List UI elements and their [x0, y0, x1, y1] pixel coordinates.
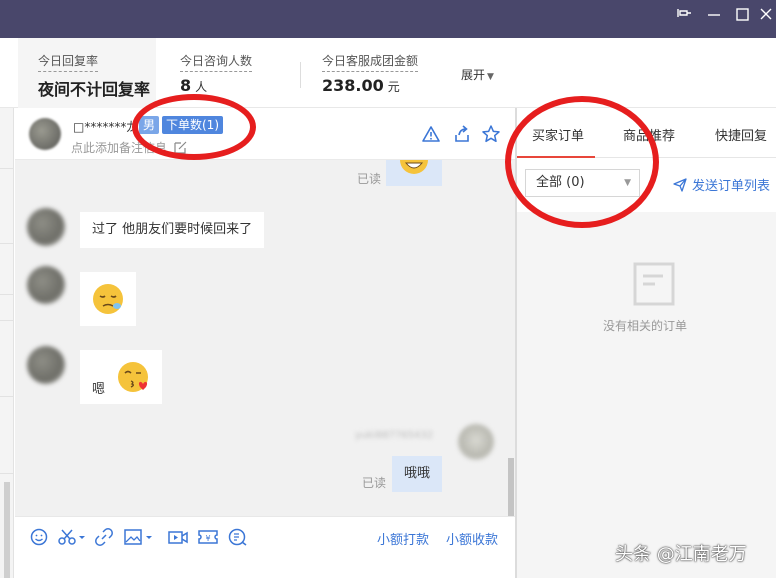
expand-button[interactable]: 展开 ▼ — [461, 66, 494, 83]
inquiries-value: 8 — [180, 76, 192, 95]
empty-document-icon — [633, 262, 675, 306]
emoji-icon[interactable] — [29, 527, 49, 547]
close-icon[interactable] — [757, 6, 776, 24]
message-bubble: 嗯 — [80, 350, 162, 404]
read-status: 已读 — [357, 172, 382, 186]
self-emoji-bubble — [386, 160, 442, 186]
amount-label: 今日客服成团金额 — [322, 52, 419, 72]
pin-icon[interactable] — [675, 6, 695, 24]
send-icon — [673, 178, 687, 192]
warning-icon[interactable] — [421, 124, 441, 144]
stat-amount: 今日客服成团金额 238.00 元 — [322, 38, 452, 108]
inquiries-unit: 人 — [195, 80, 208, 94]
message-text: 嗯 — [92, 382, 106, 397]
list-divider — [0, 294, 14, 295]
image-icon[interactable] — [123, 527, 155, 547]
avatar[interactable] — [27, 208, 65, 246]
read-status: 已读 — [362, 476, 387, 490]
avatar[interactable] — [27, 266, 65, 304]
watermark: 头条 @江南老万 — [615, 544, 747, 565]
sender-name: yuki887765432 — [355, 430, 434, 441]
video-icon[interactable] — [167, 527, 189, 547]
window-titlebar — [0, 0, 776, 38]
svg-text:¥: ¥ — [205, 534, 210, 543]
customer-name: □*******龙 — [73, 120, 139, 134]
list-divider — [0, 320, 14, 321]
maximize-icon[interactable] — [733, 6, 753, 24]
list-divider — [0, 473, 14, 474]
amount-value: 238.00 — [322, 76, 384, 95]
session-list-strip — [0, 108, 14, 578]
order-search-icon[interactable] — [227, 527, 249, 547]
chat-scrollbar[interactable] — [508, 458, 514, 516]
chat-header: □*******龙 男 下单数(1) 点此添加备注信息 — [15, 108, 515, 160]
link-icon[interactable] — [94, 527, 114, 547]
share-icon[interactable] — [452, 124, 472, 144]
send-order-list-label: 发送订单列表 — [692, 179, 771, 194]
avatar[interactable] — [27, 346, 65, 384]
tab-quick-reply[interactable]: 快捷回复 — [715, 125, 767, 144]
emoji-bubble — [80, 272, 136, 326]
annotation-circle — [505, 96, 659, 228]
small-collection-button[interactable]: 小额收款 — [446, 529, 498, 548]
small-payment-button[interactable]: 小额打款 — [377, 529, 429, 548]
expand-label: 展开 — [461, 68, 486, 82]
self-message-bubble: 哦哦 — [392, 456, 443, 492]
chat-toolbar: ¥ 小额打款 小额收款 — [15, 516, 515, 578]
session-list-scrollbar[interactable] — [4, 482, 10, 578]
list-divider — [0, 168, 14, 169]
chat-message-area[interactable]: 已读 过了 他朋友们要时候回来了 嗯 yuki887765432 已读 哦哦 — [15, 160, 515, 516]
list-divider — [0, 396, 14, 397]
stats-divider — [300, 62, 301, 88]
amount-unit: 元 — [387, 80, 400, 94]
send-order-list-button[interactable]: 发送订单列表 — [673, 175, 770, 194]
minimize-icon[interactable] — [705, 6, 725, 24]
amount-value-wrap: 238.00 元 — [322, 76, 400, 95]
reply-rate-label: 今日回复率 — [38, 52, 99, 72]
reply-rate-value: 夜间不计回复率 — [38, 80, 151, 99]
scissors-icon[interactable] — [57, 527, 87, 547]
star-icon[interactable] — [481, 124, 501, 144]
kiss-emoji-icon — [118, 362, 148, 392]
coupon-icon[interactable]: ¥ — [197, 527, 219, 547]
inquiries-value-wrap: 8人 — [180, 76, 207, 95]
message-text: 哦哦 — [404, 466, 431, 481]
empty-orders-text: 没有相关的订单 — [603, 319, 688, 333]
avatar[interactable] — [29, 118, 61, 150]
laughing-emoji-icon — [400, 160, 428, 174]
sleepy-emoji-icon — [93, 284, 123, 314]
inquiries-label: 今日咨询人数 — [180, 52, 253, 72]
list-divider — [0, 243, 14, 244]
message-bubble: 过了 他朋友们要时候回来了 — [80, 212, 265, 248]
stats-bar: 今日回复率 夜间不计回复率 今日咨询人数 8人 今日客服成团金额 238.00 元… — [0, 38, 776, 108]
stat-reply-rate: 今日回复率 夜间不计回复率 — [18, 38, 156, 108]
message-text: 过了 他朋友们要时候回来了 — [92, 222, 253, 237]
annotation-circle — [132, 94, 256, 160]
avatar[interactable] — [458, 424, 494, 460]
caret-down-icon: ▼ — [487, 72, 494, 82]
